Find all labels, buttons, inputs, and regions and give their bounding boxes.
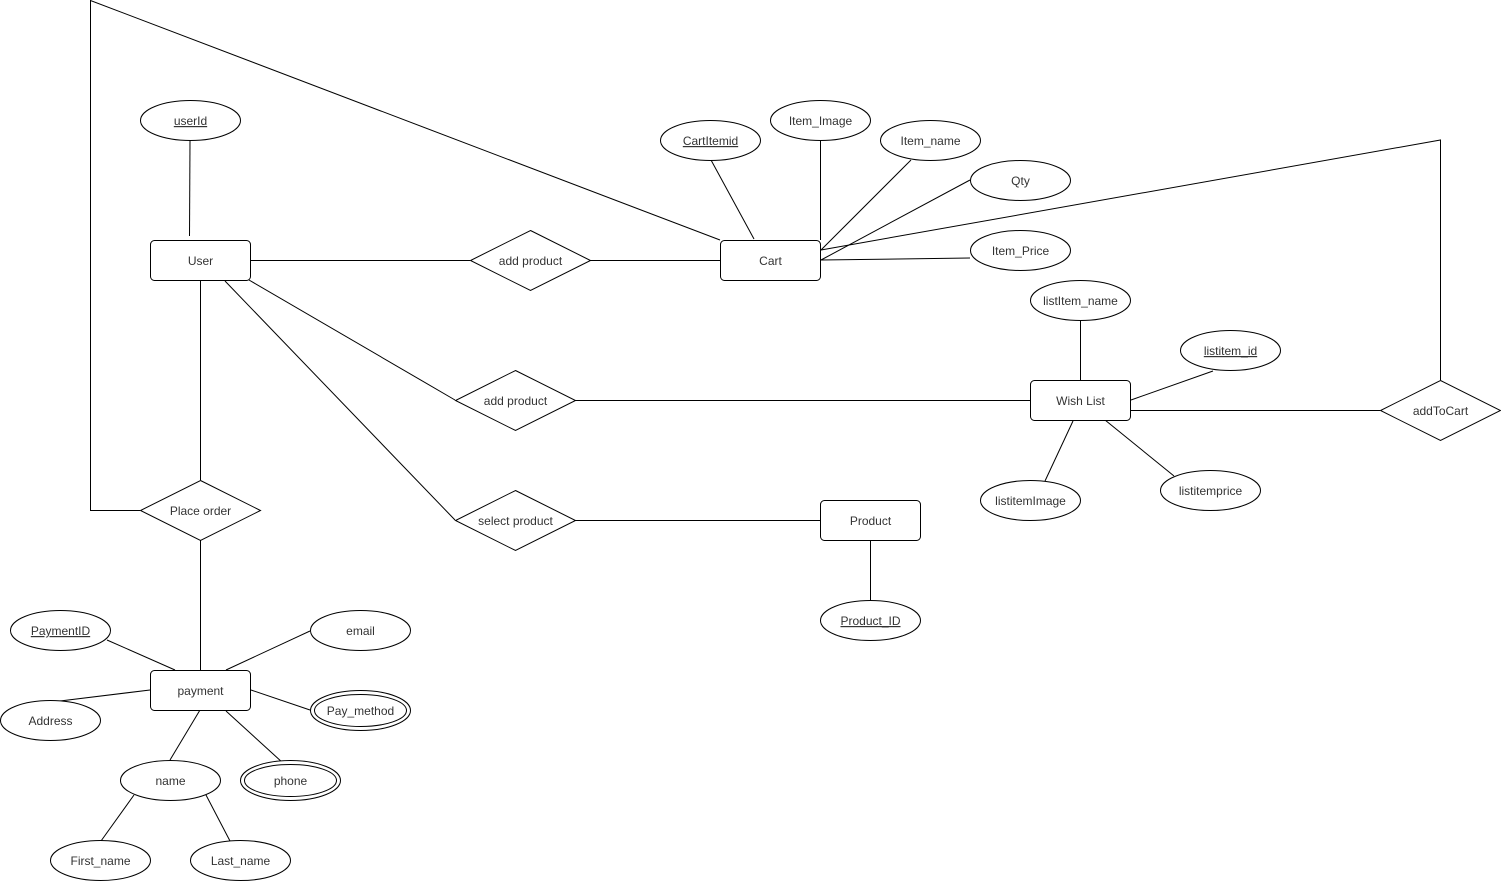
- edge-listitemprice-wishlist: [1104, 419, 1175, 477]
- attribute-listitem-price-label: listitemprice: [1179, 484, 1243, 498]
- attribute-listitem-image[interactable]: listitemImage: [980, 480, 1081, 521]
- relationship-add-product-cart-label: add product: [499, 254, 563, 268]
- attribute-listitem-name[interactable]: listItem_name: [1030, 280, 1131, 321]
- relationship-select-product-label: select product: [478, 514, 553, 528]
- attribute-listitem-price[interactable]: listitemprice: [1160, 470, 1261, 511]
- entity-cart-label: Cart: [759, 254, 782, 268]
- attribute-listitem-name-label: listItem_name: [1043, 294, 1118, 308]
- attribute-item-price-label: Item_Price: [992, 244, 1050, 258]
- edge-firstname-name: [100, 794, 135, 842]
- relationship-add-product-cart[interactable]: add product: [469, 229, 592, 292]
- attribute-listitem-id-label: listitem_id: [1204, 344, 1257, 358]
- attribute-phone-label: phone: [274, 774, 308, 788]
- edge-email-payment: [225, 630, 311, 671]
- attribute-item-image[interactable]: Item_Image: [770, 100, 871, 141]
- attribute-pay-method[interactable]: Pay_method: [310, 690, 411, 731]
- edge-cartitemid-cart: [710, 159, 755, 240]
- entity-wishlist-label: Wish List: [1056, 394, 1105, 408]
- attribute-product-id[interactable]: Product_ID: [820, 600, 921, 641]
- relationship-add-product-wishlist-label: add product: [484, 394, 548, 408]
- relationship-place-order[interactable]: Place order: [139, 479, 262, 542]
- entity-user[interactable]: User: [150, 240, 251, 281]
- attribute-item-price[interactable]: Item_Price: [970, 230, 1071, 271]
- relationship-add-to-cart[interactable]: addToCart: [1379, 379, 1501, 442]
- attribute-last-name[interactable]: Last_name: [190, 840, 291, 881]
- edge-cart-addtocart: [820, 139, 1441, 380]
- edge-paymethod-payment: [250, 689, 311, 711]
- attribute-pay-method-label: Pay_method: [327, 704, 394, 718]
- attribute-product-id-label: Product_ID: [840, 614, 900, 628]
- attribute-item-image-label: Item_Image: [789, 114, 853, 128]
- entity-wishlist[interactable]: Wish List: [1030, 380, 1131, 421]
- attribute-payment-id-label: PaymentID: [31, 624, 91, 638]
- attribute-listitem-image-label: listitemImage: [995, 494, 1066, 508]
- attribute-cartitemid-label: CartItemid: [683, 134, 738, 148]
- relationship-add-to-cart-label: addToCart: [1413, 404, 1469, 418]
- er-diagram-canvas: User Cart Wish List Product payment add …: [0, 0, 1501, 881]
- edge-user-rel-add-wish: [248, 279, 456, 401]
- relationship-add-product-wishlist[interactable]: add product: [454, 369, 577, 432]
- edge-user-rel-select: [224, 280, 456, 521]
- attribute-first-name[interactable]: First_name: [50, 840, 151, 881]
- edge-paymentid-payment: [106, 639, 176, 671]
- entity-product[interactable]: Product: [820, 500, 921, 541]
- relationship-place-order-label: Place order: [170, 504, 231, 518]
- attribute-address-label: Address: [28, 714, 72, 728]
- entity-payment[interactable]: payment: [150, 670, 251, 711]
- attribute-first-name-label: First_name: [70, 854, 130, 868]
- attribute-userid[interactable]: userId: [140, 100, 241, 141]
- attribute-item-name[interactable]: Item_name: [880, 120, 981, 161]
- attribute-cartitemid[interactable]: CartItemid: [660, 120, 761, 161]
- attribute-name[interactable]: name: [120, 760, 221, 801]
- attribute-item-name-label: Item_name: [900, 134, 960, 148]
- edges: [59, 0, 1441, 842]
- entity-product-label: Product: [850, 514, 892, 528]
- edge-name-payment: [169, 709, 201, 761]
- attribute-email-label: email: [346, 624, 375, 638]
- attribute-name-label: name: [155, 774, 185, 788]
- attribute-listitem-id[interactable]: listitem_id: [1180, 330, 1281, 371]
- edge-address-payment: [59, 689, 151, 702]
- attribute-qty[interactable]: Qty: [970, 160, 1071, 201]
- attribute-userid-label: userId: [174, 114, 207, 128]
- entity-cart[interactable]: Cart: [720, 240, 821, 281]
- edge-qty-cart: [820, 179, 971, 261]
- attribute-last-name-label: Last_name: [211, 854, 271, 868]
- attribute-address[interactable]: Address: [0, 700, 101, 741]
- attribute-payment-id[interactable]: PaymentID: [10, 610, 111, 651]
- edge-listitemid-wishlist: [1130, 370, 1214, 401]
- edge-userid-user: [189, 139, 191, 237]
- entity-user-label: User: [188, 254, 213, 268]
- edge-phone-payment: [225, 710, 284, 764]
- edge-listitemimage-wishlist: [1044, 420, 1074, 482]
- edge-lastname-name: [205, 794, 231, 842]
- entity-payment-label: payment: [177, 684, 224, 698]
- edge-itemprice-cart: [820, 257, 971, 261]
- attribute-qty-label: Qty: [1011, 174, 1030, 188]
- relationship-select-product[interactable]: select product: [454, 489, 577, 552]
- attribute-phone[interactable]: phone: [240, 760, 341, 801]
- attribute-email[interactable]: email: [310, 610, 411, 651]
